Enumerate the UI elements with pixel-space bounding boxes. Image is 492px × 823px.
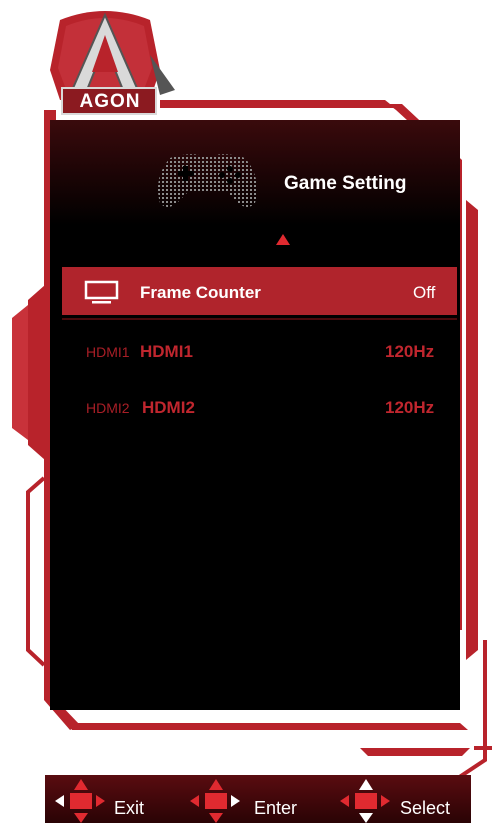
page-title: Game Setting	[284, 173, 407, 194]
scroll-up-icon[interactable]	[276, 234, 290, 245]
exit-control-icon[interactable]	[55, 779, 105, 823]
enter-control-icon[interactable]	[190, 779, 240, 823]
select-label: Select	[400, 798, 451, 818]
frame-counter-value: Off	[413, 283, 436, 302]
select-control-icon[interactable]	[340, 779, 390, 823]
logo-text: AGON	[79, 91, 141, 112]
frame-counter-label: Frame Counter	[140, 283, 261, 302]
gamepad-icon	[157, 154, 258, 207]
divider	[62, 318, 457, 320]
monitor-icon	[84, 280, 119, 304]
exit-label: Exit	[114, 798, 145, 818]
menu-item-hdmi1[interactable]	[62, 330, 457, 370]
menu-item-hdmi2[interactable]	[62, 386, 457, 426]
enter-label: Enter	[254, 798, 298, 818]
